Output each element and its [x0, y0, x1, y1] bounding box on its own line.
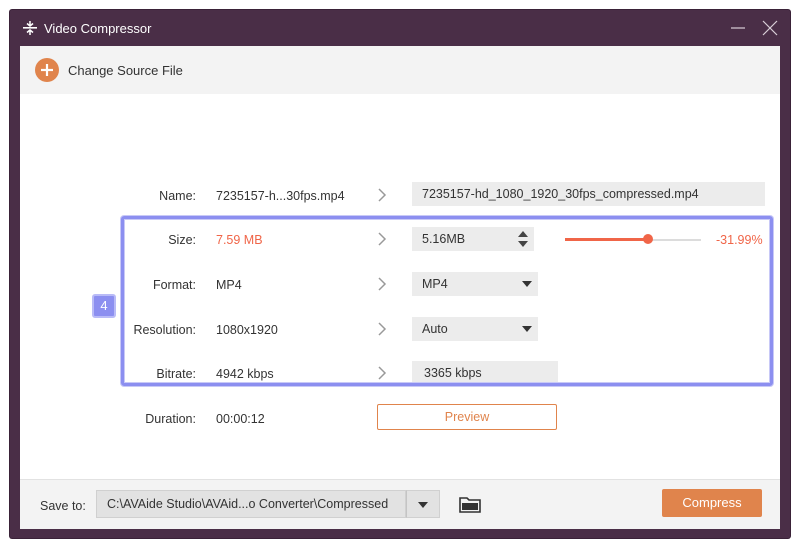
app-window: Video Compressor Change Source File Name… — [10, 10, 790, 538]
compressor-settings: Name: 7235157-h...30fps.mp4 7235157-hd_1… — [20, 94, 780, 479]
step-badge: 4 — [92, 294, 116, 318]
footer-bar: Save to: C:\AVAide Studio\AVAid...o Conv… — [20, 479, 780, 529]
window-title: Video Compressor — [44, 21, 152, 36]
title-bar: Video Compressor — [10, 10, 790, 46]
save-path-dropdown[interactable] — [406, 490, 440, 518]
output-name-field[interactable]: 7235157-hd_1080_1920_30fps_compressed.mp… — [412, 182, 765, 206]
compress-app-icon — [23, 21, 37, 35]
preview-button[interactable]: Preview — [377, 404, 557, 430]
highlight-box — [121, 216, 773, 386]
save-path-field[interactable]: C:\AVAide Studio\AVAid...o Converter\Com… — [96, 490, 406, 518]
plus-icon — [41, 64, 53, 76]
duration-label: Duration: — [145, 412, 196, 426]
minimize-icon[interactable] — [728, 18, 748, 38]
source-name-value: 7235157-h...30fps.mp4 — [216, 189, 345, 203]
close-icon[interactable] — [760, 18, 780, 38]
chevron-right-icon — [378, 188, 387, 202]
compress-button[interactable]: Compress — [662, 489, 762, 517]
change-source-label[interactable]: Change Source File — [68, 63, 183, 78]
save-to-label: Save to: — [40, 499, 86, 513]
toolbar: Change Source File — [20, 46, 780, 94]
caret-down-icon — [418, 502, 428, 508]
folder-icon[interactable] — [458, 494, 482, 514]
name-label: Name: — [159, 189, 196, 203]
duration-value: 00:00:12 — [216, 412, 265, 426]
change-source-button[interactable] — [35, 58, 59, 82]
